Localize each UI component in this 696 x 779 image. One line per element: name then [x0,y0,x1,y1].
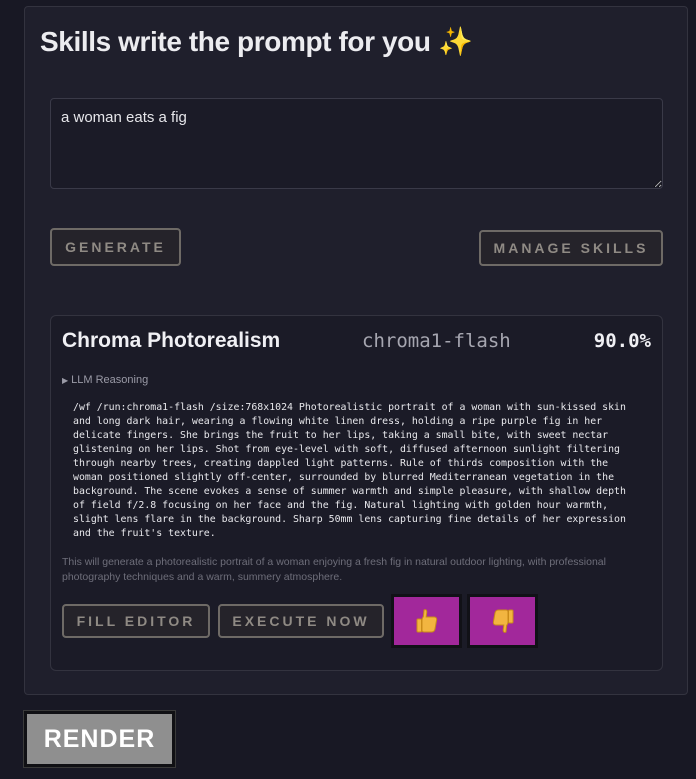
page-title-text: Skills write the prompt for you [40,26,431,57]
llm-reasoning-toggle[interactable]: ▶ LLM Reasoning [62,374,148,386]
skill-name: Chroma Photorealism [62,329,281,352]
page-title: Skills write the prompt for you ✨ [40,25,473,58]
match-score: 90.0% [593,330,651,352]
generated-command: /wf /run:chroma1-flash /size:768x1024 Ph… [73,402,632,539]
thumbs-up-icon [416,609,437,633]
llm-reasoning-label: LLM Reasoning [71,374,149,386]
triangle-right-icon: ▶ [62,376,69,385]
skill-result-card: Chroma Photorealism chroma1-flash 90.0% … [50,315,663,671]
skills-panel: Skills write the prompt for you ✨ Genera… [24,6,688,695]
execute-now-button[interactable]: Execute Now [218,604,384,638]
sparkles-icon: ✨ [437,26,473,57]
thumbs-down-icon [492,609,513,633]
model-name: chroma1-flash [362,330,511,352]
render-button[interactable]: RENDER [23,710,176,768]
generate-button[interactable]: Generate [50,228,181,266]
manage-skills-button[interactable]: Manage Skills [479,230,663,266]
thumbs-down-button[interactable] [467,594,538,648]
prompt-input[interactable] [50,98,663,189]
result-summary: This will generate a photorealistic port… [62,556,606,583]
fill-editor-button[interactable]: Fill Editor [62,604,210,638]
thumbs-up-button[interactable] [391,594,462,648]
